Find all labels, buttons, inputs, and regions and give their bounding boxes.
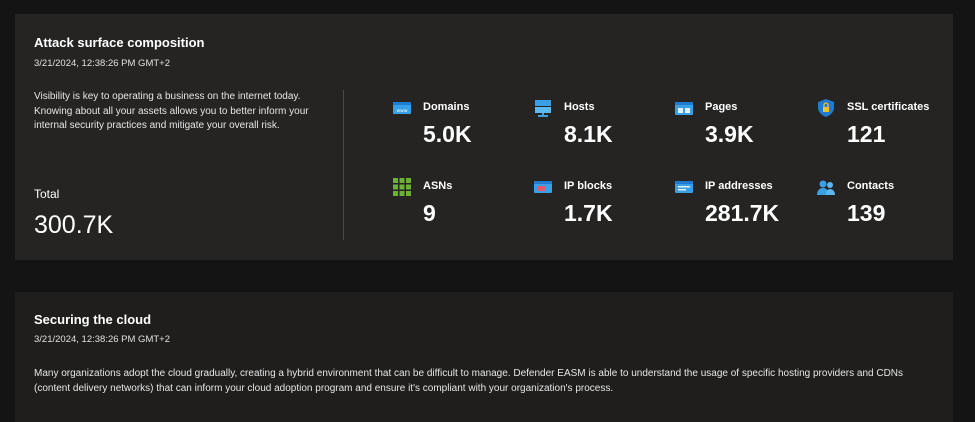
- metric-ssl-certificates[interactable]: SSL certificates 121: [817, 99, 947, 159]
- securing-cloud-title: Securing the cloud: [34, 312, 152, 327]
- metric-ip-blocks[interactable]: IP blocks 1.7K: [534, 178, 664, 238]
- metric-pages[interactable]: Pages 3.9K: [675, 99, 805, 159]
- metric-contacts[interactable]: Contacts 139: [817, 178, 947, 238]
- metric-hosts[interactable]: Hosts 8.1K: [534, 99, 664, 159]
- ip-blocks-icon: [534, 178, 552, 196]
- total-value: 300.7K: [34, 211, 114, 239]
- metric-label: IP addresses: [705, 180, 773, 192]
- securing-cloud-description: Many organizations adopt the cloud gradu…: [34, 368, 904, 394]
- ssl-certificate-icon: [817, 99, 835, 117]
- metric-label: Domains: [423, 101, 470, 113]
- metric-value: 5.0K: [423, 121, 472, 147]
- metric-label: IP blocks: [564, 180, 613, 192]
- attack-surface-title: Attack surface composition: [34, 35, 205, 50]
- metric-value: 3.9K: [705, 121, 754, 147]
- metric-value: 281.7K: [705, 200, 780, 226]
- total-label: Total: [34, 187, 60, 201]
- metric-value: 139: [847, 200, 886, 226]
- metric-value: 9: [423, 200, 436, 226]
- metric-ip-addresses[interactable]: IP addresses 281.7K: [675, 178, 805, 238]
- metric-value: 121: [847, 121, 886, 147]
- contacts-icon: [817, 178, 835, 196]
- metric-label: Contacts: [847, 180, 895, 192]
- attack-surface-description: Visibility is key to operating a busines…: [34, 91, 309, 131]
- metric-asns[interactable]: ASNs 9: [393, 178, 523, 238]
- pages-icon: [675, 99, 693, 117]
- securing-cloud-timestamp: 3/21/2024, 12:38:26 PM GMT+2: [34, 334, 170, 345]
- metric-label: Pages: [705, 101, 738, 113]
- metric-label: ASNs: [423, 180, 453, 192]
- domains-icon: www: [393, 99, 411, 117]
- metric-domains[interactable]: www Domains 5.0K: [393, 99, 523, 159]
- metric-value: 8.1K: [564, 121, 613, 147]
- asn-icon: [393, 178, 411, 196]
- metric-label: SSL certificates: [847, 101, 930, 113]
- metric-value: 1.7K: [564, 200, 613, 226]
- vertical-divider: [343, 90, 344, 240]
- svg-text:www: www: [396, 109, 407, 114]
- attack-surface-card: Attack surface composition 3/21/2024, 12…: [15, 14, 953, 260]
- metric-label: Hosts: [564, 101, 595, 113]
- securing-cloud-card: Securing the cloud 3/21/2024, 12:38:26 P…: [15, 292, 953, 422]
- ip-addresses-icon: [675, 178, 693, 196]
- attack-surface-timestamp: 3/21/2024, 12:38:26 PM GMT+2: [34, 58, 170, 69]
- hosts-icon: [534, 99, 552, 117]
